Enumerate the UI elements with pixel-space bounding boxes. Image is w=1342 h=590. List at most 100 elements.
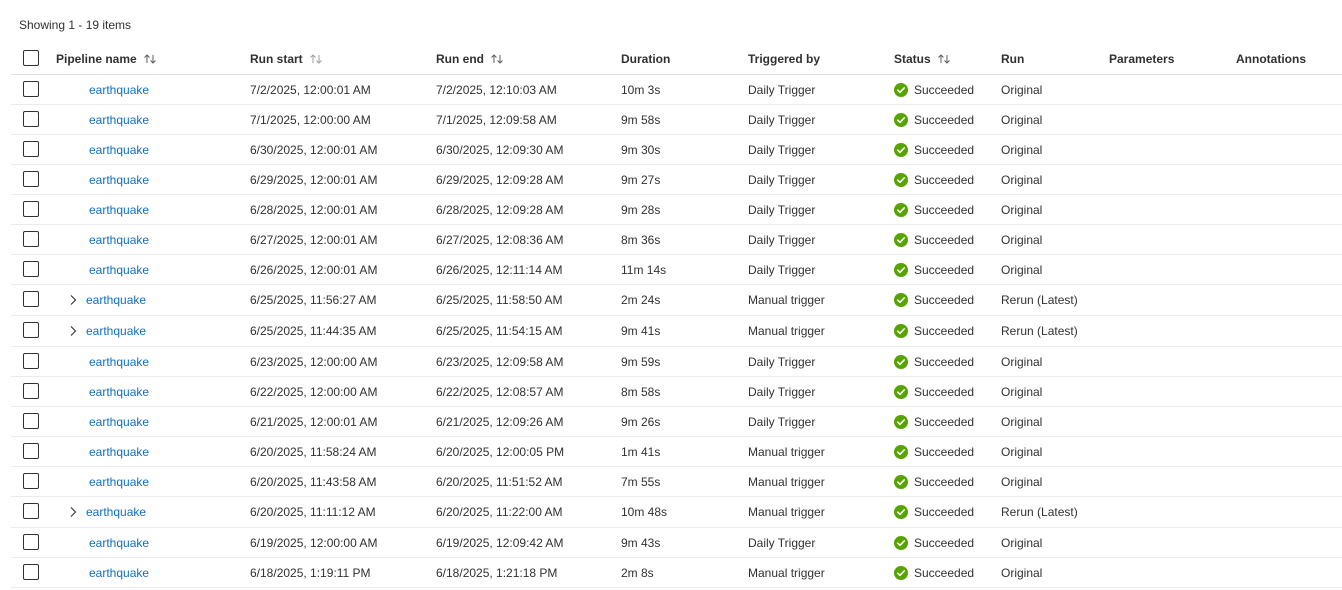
table-row[interactable]: earthquake 6/30/2025, 12:00:01 AM 6/30/202… [11, 135, 1342, 165]
table-row[interactable]: earthquake 6/20/2025, 11:58:24 AM 6/20/202… [11, 437, 1342, 467]
run-end-cell: 6/20/2025, 12:00:05 PM [436, 444, 565, 459]
row-select-checkbox[interactable] [23, 80, 39, 97]
table-row[interactable]: earthquake 6/25/2025, 11:44:35 AM 6/25/202… [11, 316, 1342, 347]
chevron-right-icon[interactable] [66, 505, 80, 519]
pipeline-name-link[interactable]: earthquake [89, 173, 149, 187]
row-select-checkbox[interactable] [23, 170, 39, 187]
pipeline-name-link[interactable]: earthquake [86, 505, 146, 519]
run-type-cell: Original [1001, 354, 1043, 369]
success-check-icon [894, 565, 908, 580]
duration-cell: 9m 28s [621, 202, 661, 217]
sort-icon[interactable] [937, 53, 951, 65]
column-header-label: Duration [621, 51, 671, 66]
run-type-cell: Original [1001, 172, 1043, 187]
table-row[interactable]: earthquake 6/21/2025, 12:00:01 AM 6/21/202… [11, 407, 1342, 437]
row-select-checkbox[interactable] [23, 412, 39, 429]
table-row[interactable]: earthquake 6/28/2025, 12:00:01 AM 6/28/202… [11, 195, 1342, 225]
column-header-status[interactable]: Status [894, 43, 951, 74]
run-type-cell: Rerun (Latest) [1001, 293, 1078, 307]
run-type-cell: Original [1001, 384, 1043, 399]
run-start-cell: 6/18/2025, 1:19:11 PM [250, 565, 371, 580]
pipeline-name-link[interactable]: earthquake [89, 113, 149, 127]
pipeline-name-link[interactable]: earthquake [86, 293, 146, 307]
run-start-cell: 6/29/2025, 12:00:01 AM [250, 172, 378, 187]
status-label: Succeeded [914, 505, 975, 519]
pipeline-name-cell: earthquake [56, 75, 149, 104]
select-all-checkbox[interactable] [23, 49, 39, 66]
status-label: Succeeded [914, 142, 975, 157]
chevron-right-icon[interactable] [66, 293, 80, 307]
pipeline-name-link[interactable]: earthquake [89, 475, 149, 489]
pipeline-name-cell: earthquake [56, 497, 146, 527]
pipeline-name-link[interactable]: earthquake [89, 355, 149, 369]
chevron-right-icon[interactable] [66, 324, 80, 338]
column-header-duration: Duration [621, 43, 670, 74]
duration-cell: 10m 3s [621, 82, 661, 97]
pipeline-name-link[interactable]: earthquake [89, 536, 149, 550]
row-select-checkbox[interactable] [23, 260, 39, 277]
column-header-run-end[interactable]: Run end [436, 43, 504, 74]
table-row[interactable]: earthquake 6/23/2025, 12:00:00 AM 6/23/202… [11, 347, 1342, 377]
row-select-checkbox[interactable] [23, 291, 39, 307]
row-select-checkbox[interactable] [23, 472, 39, 489]
column-header-parameters: Parameters [1109, 43, 1174, 74]
success-check-icon [894, 202, 908, 217]
table-row[interactable]: earthquake 7/2/2025, 12:00:01 AM 7/2/2025,… [11, 75, 1342, 105]
column-header-pipeline-name[interactable]: Pipeline name [56, 43, 157, 74]
run-start-cell: 7/1/2025, 12:00:00 AM [250, 112, 371, 127]
success-check-icon [894, 444, 908, 459]
triggered-by-cell: Daily Trigger [748, 82, 816, 97]
pipeline-name-link[interactable]: earthquake [89, 263, 149, 277]
row-select-checkbox[interactable] [23, 442, 39, 459]
run-type-cell: Original [1001, 262, 1043, 277]
pipeline-name-link[interactable]: earthquake [89, 415, 149, 429]
sort-icon[interactable] [309, 53, 323, 65]
row-select-checkbox[interactable] [23, 352, 39, 369]
success-check-icon [894, 384, 908, 399]
row-select-checkbox[interactable] [23, 533, 39, 550]
table-row[interactable]: earthquake 6/20/2025, 11:43:58 AM 6/20/202… [11, 467, 1342, 497]
status-label: Succeeded [914, 474, 975, 489]
table-row[interactable]: earthquake 6/18/2025, 1:19:11 PM 6/18/2025… [11, 558, 1342, 588]
row-select-checkbox[interactable] [23, 110, 39, 127]
run-start-cell: 6/20/2025, 11:11:12 AM [250, 505, 376, 519]
pipeline-name-link[interactable]: earthquake [89, 143, 149, 157]
row-select-checkbox[interactable] [23, 200, 39, 217]
pipeline-name-link[interactable]: earthquake [89, 83, 149, 97]
pipeline-name-link[interactable]: earthquake [89, 566, 149, 580]
run-end-cell: 6/21/2025, 12:09:26 AM [436, 414, 564, 429]
table-row[interactable]: earthquake 6/25/2025, 11:56:27 AM 6/25/202… [11, 285, 1342, 316]
sort-icon[interactable] [143, 53, 157, 65]
sort-icon[interactable] [490, 53, 504, 65]
row-select-checkbox[interactable] [23, 563, 39, 580]
success-check-icon [894, 232, 908, 247]
success-check-icon [894, 262, 908, 277]
success-check-icon [894, 354, 908, 369]
table-row[interactable]: earthquake 6/20/2025, 11:11:12 AM 6/20/202… [11, 497, 1342, 528]
table-row[interactable]: earthquake 6/29/2025, 12:00:01 AM 6/29/202… [11, 165, 1342, 195]
status-cell: Succeeded [894, 165, 974, 194]
pipeline-name-link[interactable]: earthquake [89, 233, 149, 247]
row-select-checkbox[interactable] [23, 322, 39, 338]
pipeline-name-cell: earthquake [56, 528, 149, 557]
pipeline-name-link[interactable]: earthquake [86, 324, 146, 338]
column-header-label: Pipeline name [56, 51, 137, 66]
table-row[interactable]: earthquake 6/27/2025, 12:00:01 AM 6/27/202… [11, 225, 1342, 255]
row-select-checkbox[interactable] [23, 140, 39, 157]
pipeline-name-link[interactable]: earthquake [89, 385, 149, 399]
row-select-checkbox[interactable] [23, 382, 39, 399]
table-row[interactable]: earthquake 6/19/2025, 12:00:00 AM 6/19/202… [11, 528, 1342, 558]
table-row[interactable]: earthquake 7/1/2025, 12:00:00 AM 7/1/2025,… [11, 105, 1342, 135]
pipeline-name-link[interactable]: earthquake [89, 203, 149, 217]
table-row[interactable]: earthquake 6/26/2025, 12:00:01 AM 6/26/202… [11, 255, 1342, 285]
row-select-checkbox[interactable] [23, 230, 39, 247]
table-row[interactable]: earthquake 6/22/2025, 12:00:00 AM 6/22/202… [11, 377, 1342, 407]
run-end-cell: 6/20/2025, 11:22:00 AM [436, 505, 563, 519]
status-cell: Succeeded [894, 316, 974, 346]
run-start-cell: 6/19/2025, 12:00:00 AM [250, 535, 378, 550]
column-header-run-start[interactable]: Run start [250, 43, 323, 74]
run-type-cell: Original [1001, 112, 1043, 127]
pipeline-name-cell: earthquake [56, 558, 149, 587]
pipeline-name-link[interactable]: earthquake [89, 445, 149, 459]
row-select-checkbox[interactable] [23, 503, 39, 519]
